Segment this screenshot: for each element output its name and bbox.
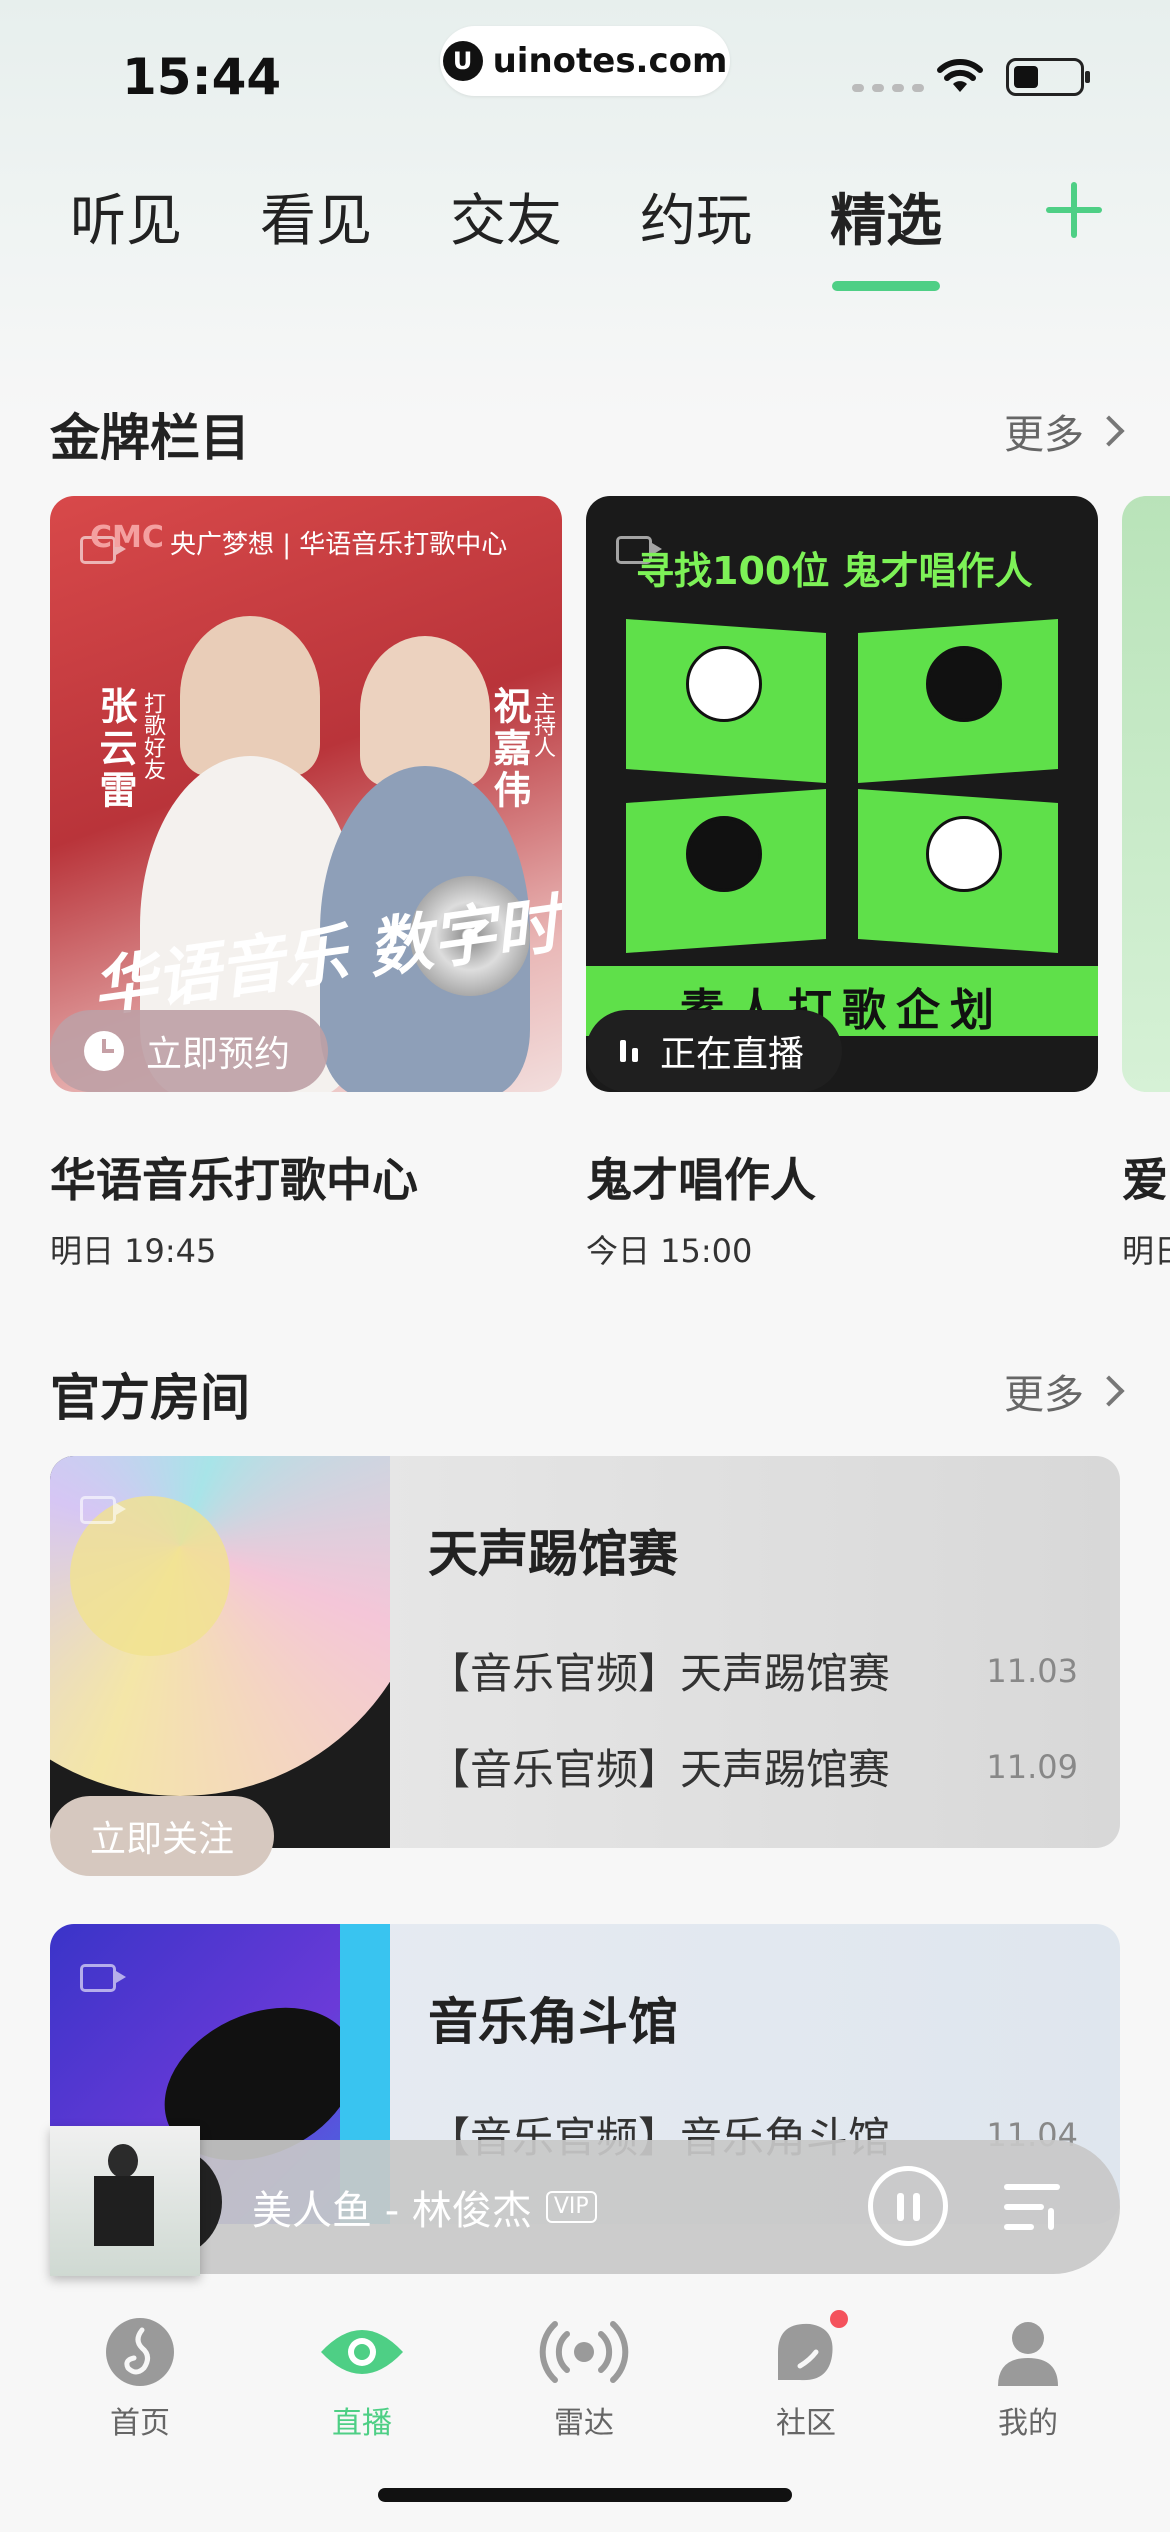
nav-label: 首页 [110, 2406, 170, 2441]
top-tabs: 听见 看见 交友 约玩 精选 [70, 176, 1020, 291]
chevron-right-icon [1093, 415, 1125, 447]
card-title: 华语音乐打歌中心 [50, 1153, 418, 1207]
gold-card[interactable]: 爱 明日 [1122, 496, 1170, 1270]
music-note-icon [104, 2316, 176, 2388]
album-artist-image [108, 2144, 138, 2178]
cartoon-figure [686, 816, 762, 892]
tab-featured[interactable]: 精选 [830, 176, 942, 291]
playlist-icon[interactable] [1004, 2180, 1070, 2236]
vip-badge: VIP [545, 2191, 597, 2223]
album-artist-image [94, 2176, 154, 2246]
nav-item-radar[interactable]: 雷达 [504, 2316, 664, 2442]
card-poster: CMC 央广梦想 | 华语音乐打歌中心 张云雷 打歌好友 祝嘉伟 主持人 华语音… [50, 496, 562, 1092]
gold-card[interactable]: 寻找100位 鬼才唱作人 素人打歌企划 正在直播 鬼才唱作人 今日 15:00 [586, 496, 1098, 1270]
status-bar: 15:44 U uinotes.com [0, 0, 1170, 150]
video-camera-icon [80, 1496, 126, 1524]
cartoon-figure [926, 816, 1002, 892]
live-status-badge[interactable]: 正在直播 [586, 1010, 843, 1092]
schedule-date: 11.03 [986, 1651, 1078, 1690]
profile-icon [992, 2316, 1064, 2388]
track-title: 美人鱼 - 林俊杰 [252, 2188, 532, 2234]
card-poster: 寻找100位 鬼才唱作人 素人打歌企划 正在直播 [586, 496, 1098, 1092]
host-portrait-right [360, 636, 490, 786]
more-label: 更多 [1004, 1372, 1084, 1418]
more-label: 更多 [1004, 412, 1084, 458]
tab-watch[interactable]: 看见 [260, 176, 372, 257]
nav-label: 直播 [332, 2406, 392, 2441]
nav-item-live[interactable]: 直播 [282, 2316, 442, 2442]
notification-dot [830, 2310, 848, 2328]
track-info[interactable]: 美人鱼 - 林俊杰 VIP [252, 2178, 597, 2236]
reserve-label: 立即预约 [146, 1034, 291, 1075]
poster-left-name: 张云雷 [93, 686, 137, 812]
video-camera-icon [80, 1964, 126, 1992]
nav-label: 雷达 [554, 2406, 614, 2441]
wifi-icon [937, 59, 983, 92]
album-cover[interactable] [50, 2126, 200, 2276]
official-more-link[interactable]: 更多 [1004, 1362, 1125, 1420]
battery-icon [1006, 58, 1090, 96]
live-label: 正在直播 [660, 1034, 805, 1075]
official-room-card[interactable]: 天声踢馆赛 【音乐官频】天声踢馆赛 11.03 【音乐官频】天声踢馆赛 11.0… [50, 1456, 1120, 1848]
tab-play[interactable]: 约玩 [640, 176, 752, 257]
card-time: 明日 19:45 [50, 1232, 217, 1270]
cartoon-figure [926, 646, 1002, 722]
host-portrait-left [180, 616, 320, 776]
card-title: 鬼才唱作人 [586, 1153, 816, 1207]
poster-title: 寻找100位 鬼才唱作人 [636, 549, 1033, 593]
radar-icon [539, 2316, 629, 2388]
nav-item-community[interactable]: 社区 [726, 2310, 886, 2442]
chevron-right-icon [1093, 1375, 1125, 1407]
pause-icon[interactable] [868, 2166, 948, 2246]
signal-icon [852, 84, 924, 92]
community-icon [770, 2310, 848, 2388]
poster-left-role: 打歌好友 [140, 692, 165, 780]
room-thumbnail [50, 1456, 390, 1848]
card-time: 今日 15:00 [586, 1232, 753, 1270]
add-icon[interactable] [1044, 180, 1104, 240]
card-time: 明日 [1122, 1232, 1170, 1270]
gold-more-link[interactable]: 更多 [1004, 402, 1125, 460]
room-title: 音乐角斗馆 [428, 1993, 678, 2051]
room-title: 天声踢馆赛 [428, 1525, 678, 1583]
room-schedule-row[interactable]: 【音乐官频】天声踢馆赛 11.03 [428, 1640, 1078, 1701]
official-section-title: 官方房间 [50, 1369, 250, 1427]
poster-header: 央广梦想 | 华语音乐打歌中心 [170, 530, 508, 560]
nav-item-profile[interactable]: 我的 [948, 2316, 1108, 2442]
reserve-button[interactable]: 立即预约 [50, 1010, 329, 1092]
schedule-title: 【音乐官频】天声踢馆赛 [428, 1649, 891, 1698]
url-text: uinotes.com [492, 41, 728, 81]
schedule-title: 【音乐官频】天声踢馆赛 [428, 1745, 891, 1794]
home-indicator [378, 2488, 792, 2502]
tab-friends[interactable]: 交友 [450, 176, 562, 257]
url-pill[interactable]: U uinotes.com [440, 26, 730, 96]
card-title: 爱 [1122, 1153, 1168, 1207]
tab-listen[interactable]: 听见 [70, 176, 182, 257]
follow-button[interactable]: 立即关注 [50, 1796, 274, 1876]
live-bars-icon [620, 1040, 638, 1062]
nav-label: 我的 [998, 2406, 1058, 2441]
schedule-date: 11.09 [986, 1747, 1078, 1786]
nav-label: 社区 [776, 2406, 836, 2441]
poster-logo: CMC [90, 520, 164, 555]
gold-cards-row: CMC 央广梦想 | 华语音乐打歌中心 张云雷 打歌好友 祝嘉伟 主持人 华语音… [0, 496, 1170, 1296]
gold-section-title: 金牌栏目 [50, 409, 250, 467]
site-logo-icon: U [442, 41, 483, 81]
eye-icon [321, 2316, 403, 2388]
gold-card[interactable]: CMC 央广梦想 | 华语音乐打歌中心 张云雷 打歌好友 祝嘉伟 主持人 华语音… [50, 496, 562, 1270]
card-poster [1122, 496, 1170, 1092]
room-schedule-row[interactable]: 【音乐官频】天声踢馆赛 11.09 [428, 1736, 1078, 1797]
poster-right-role: 主持人 [530, 692, 555, 758]
clock-icon [84, 1031, 124, 1071]
status-time: 15:44 [122, 48, 282, 106]
nav-item-home[interactable]: 首页 [60, 2316, 220, 2442]
cartoon-figure [686, 646, 762, 722]
